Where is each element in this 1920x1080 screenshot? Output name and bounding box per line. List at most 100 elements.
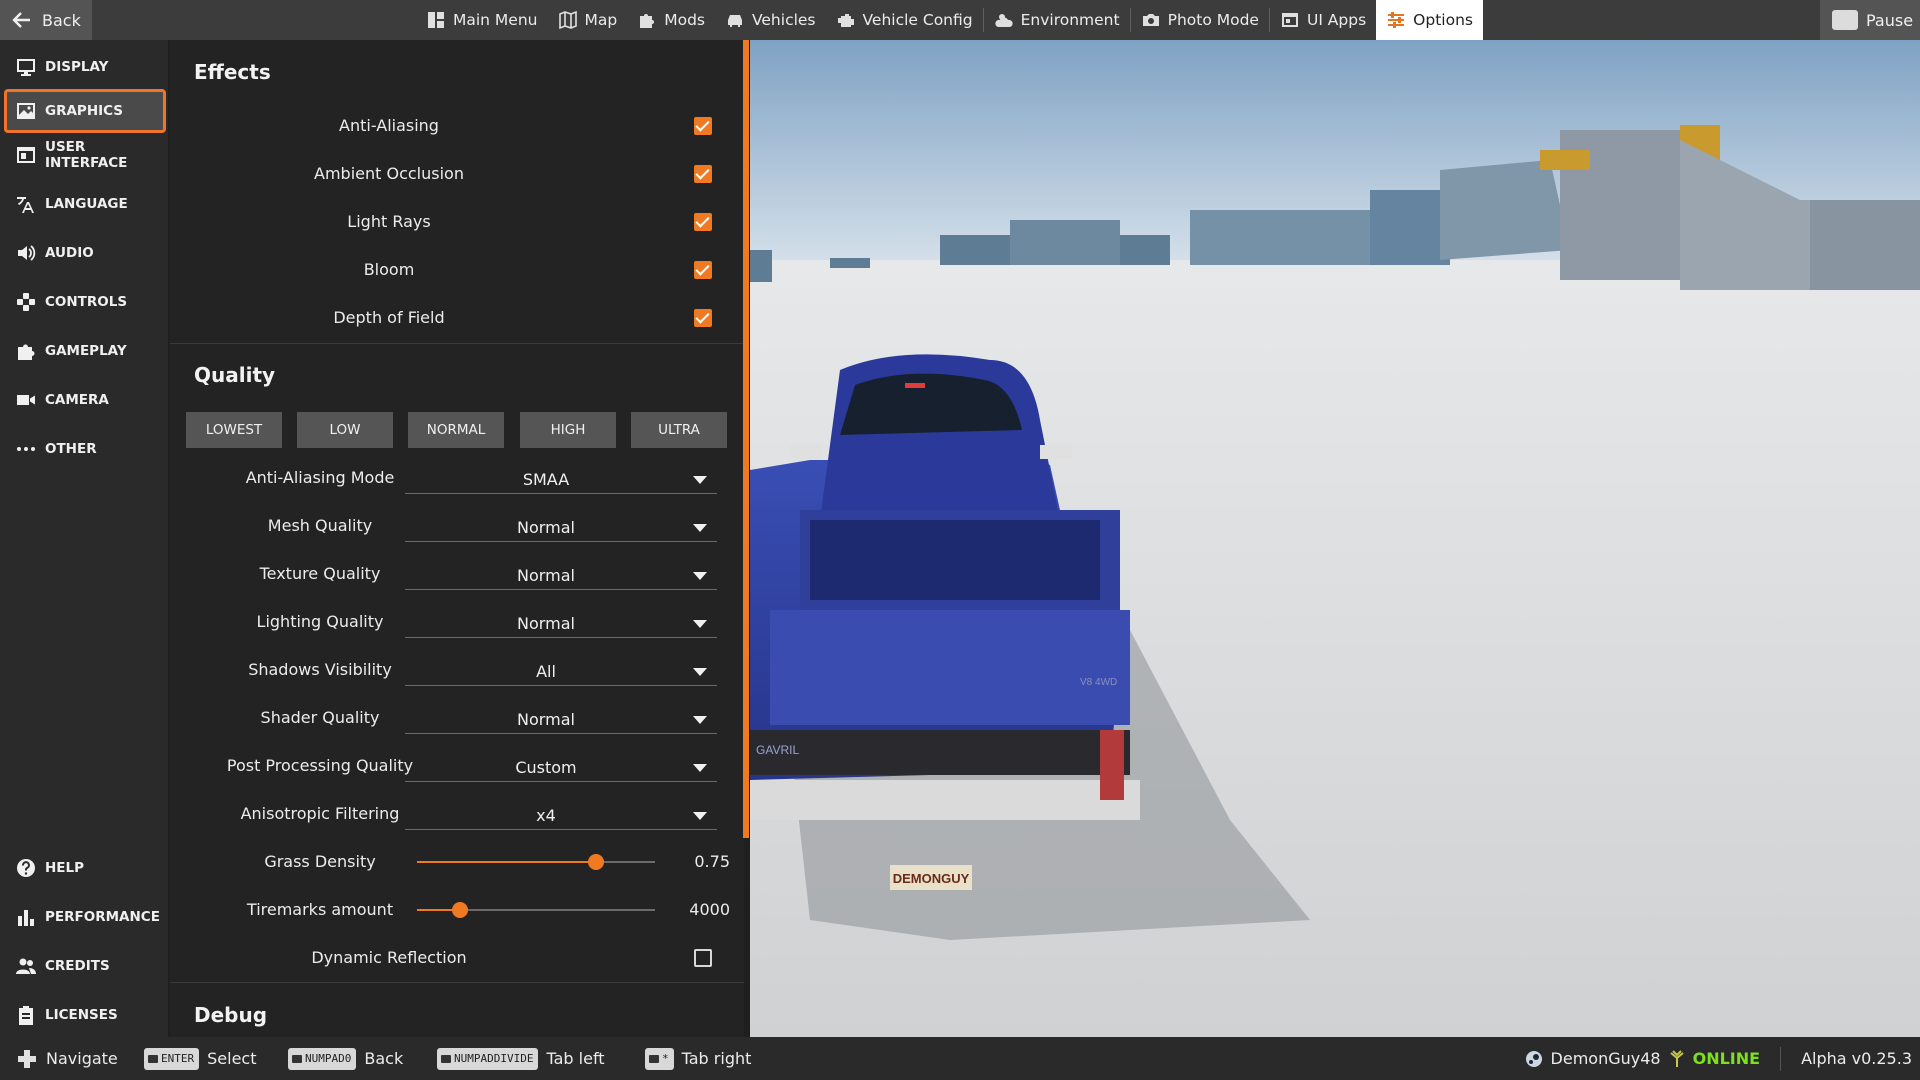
depth-of-field-checkbox[interactable] xyxy=(694,309,712,327)
tab-label: Photo Mode xyxy=(1167,11,1259,29)
hint-select: ENTER Select xyxy=(144,1037,256,1080)
hint-navigate: Navigate xyxy=(16,1037,118,1080)
setting-label: Ambient Occlusion xyxy=(314,164,464,183)
tab-vehicles[interactable]: Vehicles xyxy=(715,0,826,40)
sidebar-item-label: GAMEPLAY xyxy=(45,343,127,359)
tab-label: Vehicle Config xyxy=(862,11,973,29)
key-label: NUMPADDIVIDE xyxy=(454,1052,534,1065)
sidebar-item-label: GRAPHICS xyxy=(45,103,124,119)
tab-map[interactable]: Map xyxy=(548,0,628,40)
car-icon xyxy=(728,15,742,27)
hint-label: Tab right xyxy=(681,1049,752,1068)
post-processing-quality-dropdown[interactable]: Custom xyxy=(405,752,717,782)
dpad-icon xyxy=(17,293,35,311)
main-tabs: Main Menu Map Mods Vehicles Vehicle Conf… xyxy=(416,0,1483,40)
tab-main-menu[interactable]: Main Menu xyxy=(416,0,548,40)
chevron-down-icon xyxy=(693,476,707,484)
sidebar-item-audio[interactable]: AUDIO xyxy=(4,231,166,275)
setting-label: Bloom xyxy=(363,260,415,279)
pause-button[interactable]: Pause xyxy=(1820,0,1920,40)
sidebar-item-camera[interactable]: CAMERA xyxy=(4,378,166,422)
dropdown-value: Normal xyxy=(517,710,575,729)
tab-mods[interactable]: Mods xyxy=(627,0,715,40)
dynamic-reflection-checkbox[interactable] xyxy=(694,949,712,967)
sidebar-item-other[interactable]: OTHER xyxy=(4,427,166,471)
video-camera-icon xyxy=(17,395,35,405)
monitor-icon xyxy=(17,59,35,76)
tailgate-lettering: GAVRIL xyxy=(756,743,799,757)
debug-section-title: Debug xyxy=(194,1003,268,1027)
shader-quality-dropdown[interactable]: Normal xyxy=(405,704,717,734)
slider-thumb[interactable] xyxy=(588,854,604,870)
preset-high-button[interactable]: HIGH xyxy=(520,412,616,448)
sidebar-item-help[interactable]: HELP xyxy=(4,846,166,890)
hint-label: Tab left xyxy=(546,1049,605,1068)
arrow-left-icon xyxy=(12,12,30,28)
online-status: ONLINE xyxy=(1692,1049,1761,1068)
tab-environment[interactable]: Environment xyxy=(984,0,1130,40)
ambient-occlusion-checkbox[interactable] xyxy=(694,165,712,183)
tab-photo-mode[interactable]: Photo Mode xyxy=(1131,0,1269,40)
chevron-down-icon xyxy=(693,716,707,724)
clipboard-icon xyxy=(19,1006,33,1025)
tiremarks-amount-slider[interactable] xyxy=(417,900,655,920)
key-label: * xyxy=(662,1052,669,1065)
sidebar-item-label: PERFORMANCE xyxy=(45,909,160,925)
slider-thumb[interactable] xyxy=(452,902,468,918)
dropdown-value: SMAA xyxy=(522,470,570,489)
effects-section-title: Effects xyxy=(194,60,271,84)
preset-normal-button[interactable]: NORMAL xyxy=(408,412,504,448)
sidebar-item-performance[interactable]: PERFORMANCE xyxy=(4,895,166,939)
mesh-quality-dropdown[interactable]: Normal xyxy=(405,512,717,542)
license-plate: DEMONGUY xyxy=(893,871,970,886)
preset-low-button[interactable]: LOW xyxy=(297,412,393,448)
sidebar-item-controls[interactable]: CONTROLS xyxy=(4,280,166,324)
dropdown-value: All xyxy=(536,662,556,681)
dropdown-value: Normal xyxy=(517,566,575,585)
anti-aliasing-checkbox[interactable] xyxy=(694,117,712,135)
sidebar-item-user-interface[interactable]: USER INTERFACE xyxy=(4,133,166,177)
lighting-quality-dropdown[interactable]: Normal xyxy=(405,608,717,638)
speaker-icon xyxy=(18,245,36,261)
panel-scrollbar[interactable] xyxy=(743,40,749,838)
anti-aliasing-mode-dropdown[interactable]: SMAA xyxy=(405,464,717,494)
anisotropic-filtering-dropdown[interactable]: x4 xyxy=(405,800,717,830)
puzzle-icon xyxy=(640,14,655,28)
sidebar-item-language[interactable]: LANGUAGE xyxy=(4,182,166,226)
sidebar-item-credits[interactable]: CREDITS xyxy=(4,944,166,988)
tab-options[interactable]: Options xyxy=(1376,0,1483,40)
bloom-checkbox[interactable] xyxy=(694,261,712,279)
image-icon xyxy=(17,103,35,119)
hint-tab-right: * Tab right xyxy=(645,1037,751,1080)
graphics-settings-panel[interactable]: Effects Anti-Aliasing Ambient Occlusion … xyxy=(170,40,744,1037)
weather-icon xyxy=(994,14,1013,27)
game-viewport[interactable]: DEMONGUY GAVRIL V8 4WD xyxy=(750,40,1920,1037)
grass-density-slider[interactable] xyxy=(417,852,655,872)
tiremarks-amount-value: 4000 xyxy=(689,900,730,919)
preset-ultra-button[interactable]: ULTRA xyxy=(631,412,727,448)
key-multiply: * xyxy=(645,1047,674,1070)
setting-label: Anti-Aliasing xyxy=(339,116,439,135)
sidebar-item-display[interactable]: DISPLAY xyxy=(4,45,166,89)
back-button[interactable]: Back xyxy=(0,0,92,40)
section-divider xyxy=(170,343,744,344)
light-rays-checkbox[interactable] xyxy=(694,213,712,231)
sidebar-item-label: CONTROLS xyxy=(45,294,128,310)
dropdown-value: Custom xyxy=(515,758,577,777)
options-sidebar: DISPLAY GRAPHICS USER INTERFACE LANGUAGE… xyxy=(0,40,168,1037)
key-label: ENTER xyxy=(161,1052,195,1065)
chevron-down-icon xyxy=(693,668,707,676)
sidebar-item-graphics[interactable]: GRAPHICS xyxy=(4,89,166,133)
preset-lowest-button[interactable]: LOWEST xyxy=(186,412,282,448)
tab-label: UI Apps xyxy=(1306,11,1367,29)
map-icon xyxy=(558,10,577,30)
tab-vehicle-config[interactable]: Vehicle Config xyxy=(826,0,983,40)
tab-label: Map xyxy=(584,11,618,29)
texture-quality-dropdown[interactable]: Normal xyxy=(405,560,717,590)
tab-ui-apps[interactable]: UI Apps xyxy=(1270,0,1376,40)
sidebar-item-label: LICENSES xyxy=(45,1007,118,1023)
tab-label: Vehicles xyxy=(752,11,816,29)
sidebar-item-gameplay[interactable]: GAMEPLAY xyxy=(4,329,166,373)
sidebar-item-licenses[interactable]: LICENSES xyxy=(4,993,166,1037)
shadows-visibility-dropdown[interactable]: All xyxy=(405,656,717,686)
